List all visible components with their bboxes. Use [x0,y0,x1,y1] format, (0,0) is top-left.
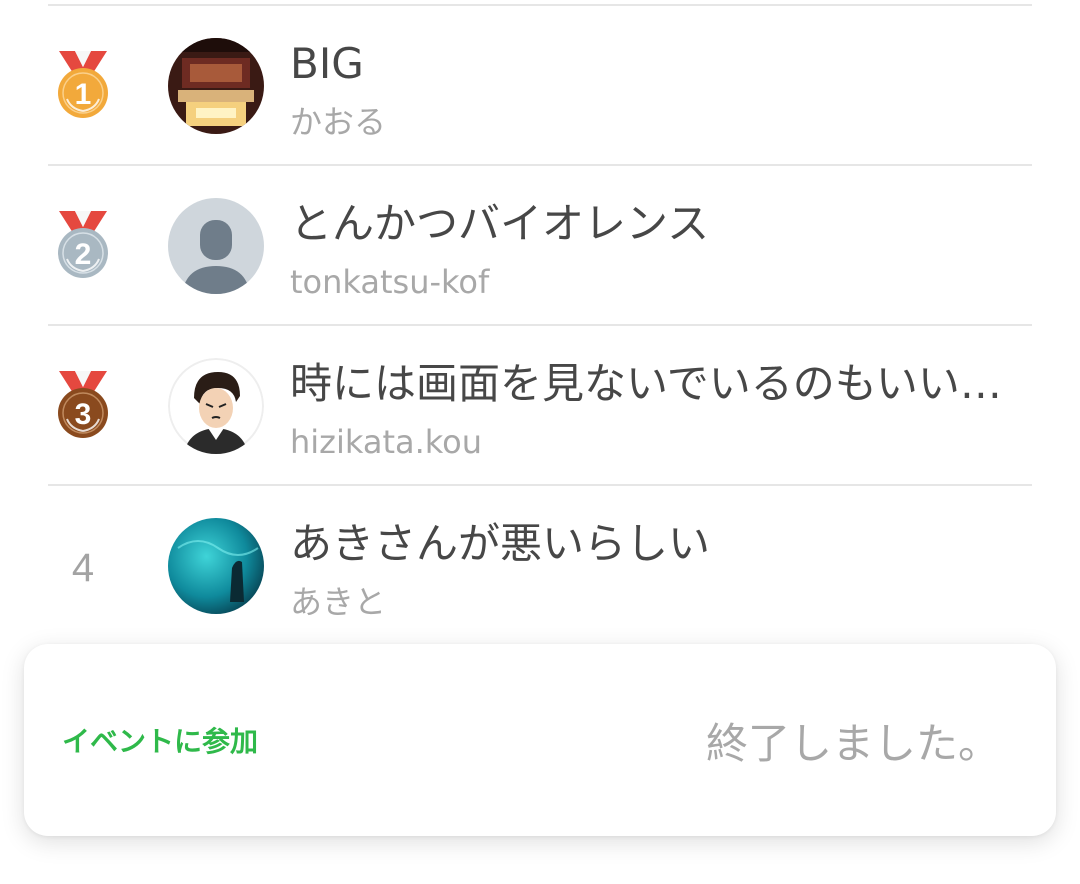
svg-text:3: 3 [75,398,92,431]
user-name[interactable]: tonkatsu-kof [290,260,489,304]
rank-number: 4 [71,545,95,590]
event-status-text: 終了しました。 [705,719,1000,768]
svg-text:2: 2 [75,238,92,271]
ranking-row[interactable]: 2 とんかつバイオレンス tonkatsu-kof [48,166,1032,326]
entry-title[interactable]: とんかつバイオレンス [290,196,1020,252]
ranking-row[interactable]: 3 時には画面を見ないでいるのもいいかも hizikata.kou [48,326,1032,486]
silver-medal-icon: 2 [55,209,111,281]
rank-badge: 4 [48,486,118,644]
user-name[interactable]: hizikata.kou [290,420,482,464]
user-avatar[interactable] [168,38,264,134]
svg-text:1: 1 [75,78,92,111]
user-avatar[interactable] [168,358,264,454]
bronze-medal-icon: 3 [55,369,111,441]
gold-medal-icon: 1 [55,49,111,121]
user-avatar[interactable] [168,518,264,614]
entry-title[interactable]: BIG [290,36,1020,92]
ranking-row[interactable]: 4 あきさんが悪いらしい あきと [48,486,1032,646]
user-name[interactable]: かおる [290,100,386,144]
ranking-list: 1 BIG かおる 2 とんかつバイオレンス tonkatsu-kof 3 時に… [48,4,1032,646]
user-name[interactable]: あきと [290,580,386,624]
join-event-button[interactable]: イベントに参加 [62,722,258,762]
user-avatar[interactable] [168,198,264,294]
ranking-row[interactable]: 1 BIG かおる [48,6,1032,166]
entry-title[interactable]: 時には画面を見ないでいるのもいいかも [290,356,1020,412]
rank-badge: 1 [48,6,118,164]
rank-badge: 3 [48,326,118,484]
rank-badge: 2 [48,166,118,324]
entry-title[interactable]: あきさんが悪いらしい [290,516,1020,572]
event-footer-card: イベントに参加 終了しました。 [24,644,1056,836]
